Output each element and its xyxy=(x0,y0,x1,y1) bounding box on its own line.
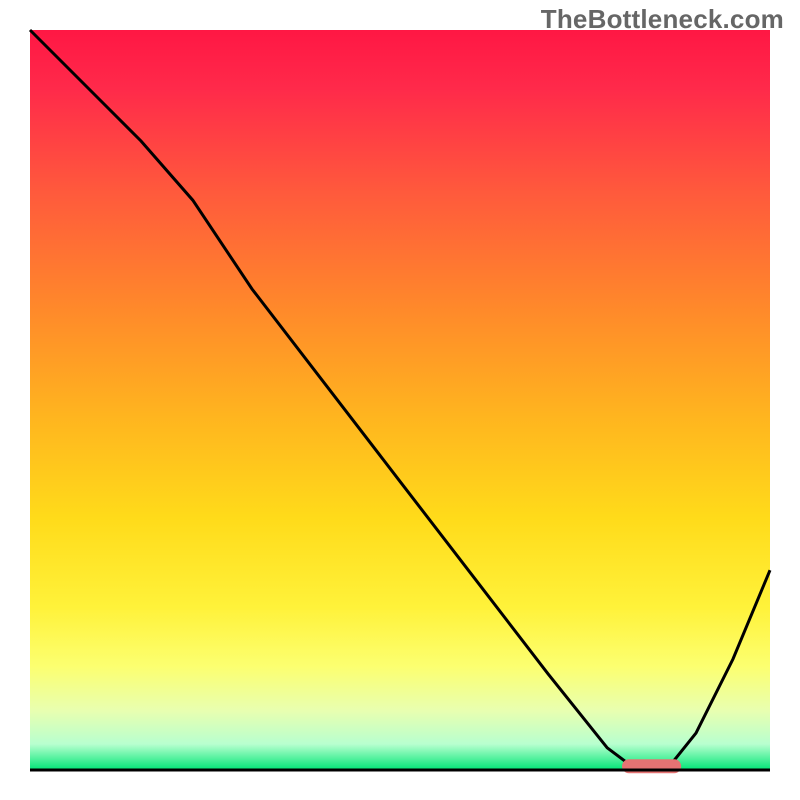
bottleneck-chart xyxy=(0,0,800,800)
watermark-text: TheBottleneck.com xyxy=(541,4,784,35)
chart-frame: TheBottleneck.com xyxy=(0,0,800,800)
